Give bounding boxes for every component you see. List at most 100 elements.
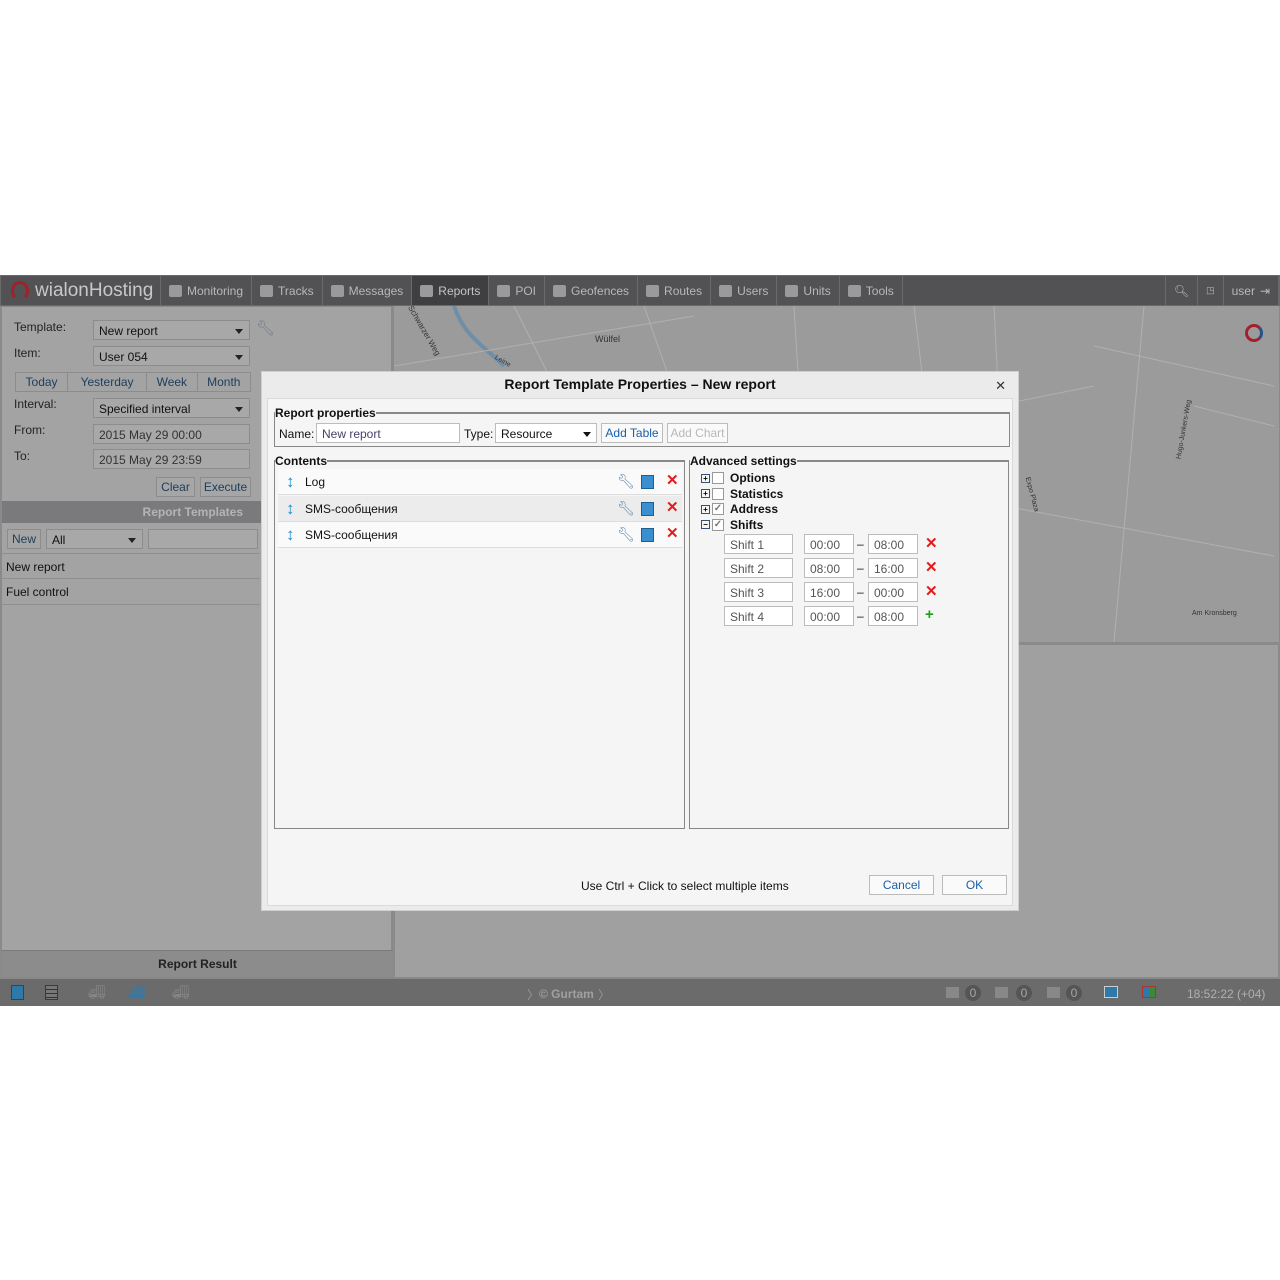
- adv-options[interactable]: + Options: [701, 471, 775, 485]
- shift-from-input[interactable]: 08:00: [804, 558, 854, 578]
- nav-reports[interactable]: Reports: [412, 276, 490, 305]
- expand-icon[interactable]: +: [701, 473, 710, 483]
- nav-messages[interactable]: Messages: [323, 276, 413, 305]
- week-button[interactable]: Week: [147, 373, 198, 391]
- images-icon[interactable]: [1047, 987, 1060, 998]
- template-item[interactable]: New report: [2, 553, 260, 579]
- truck-settings-icon[interactable]: 🚚︎: [172, 984, 190, 1001]
- delete-icon[interactable]: ✕: [666, 524, 679, 542]
- ok-button[interactable]: OK: [942, 875, 1007, 895]
- clear-button[interactable]: Clear: [156, 477, 195, 497]
- content-item[interactable]: ↕ SMS-сообщения 🔧︎ ✕: [278, 522, 682, 548]
- template-filter-select[interactable]: All: [46, 529, 143, 549]
- content-item[interactable]: ↕ SMS-сообщения 🔧︎ ✕: [278, 495, 682, 522]
- map-logo-icon: [1245, 324, 1263, 342]
- shift-name-input[interactable]: Shift 4: [724, 606, 793, 626]
- book-icon[interactable]: [1104, 986, 1118, 998]
- copy-icon[interactable]: [641, 475, 654, 489]
- adv-shifts[interactable]: − ✓ Shifts: [701, 518, 763, 532]
- nav-label: Reports: [438, 283, 481, 298]
- add-chart-button[interactable]: Add Chart: [667, 423, 728, 443]
- truck-home-icon[interactable]: 🚚︎: [128, 984, 146, 1001]
- interval-select[interactable]: Specified interval: [93, 398, 250, 418]
- nav-routes[interactable]: Routes: [638, 276, 712, 305]
- collapse-icon[interactable]: −: [701, 520, 710, 529]
- shift-name-input[interactable]: Shift 3: [724, 582, 793, 602]
- monitor-icon[interactable]: [1142, 986, 1156, 998]
- checkbox[interactable]: ✓: [712, 518, 724, 531]
- from-input[interactable]: 2015 May 29 00:00: [93, 424, 250, 444]
- move-icon[interactable]: ↕: [286, 525, 295, 545]
- template-item[interactable]: Fuel control: [2, 579, 260, 605]
- shift-name-input[interactable]: Shift 1: [724, 534, 793, 554]
- map-label: Am Kronsberg: [1192, 610, 1237, 617]
- delete-icon[interactable]: ✕: [925, 534, 938, 552]
- delete-icon[interactable]: ✕: [925, 558, 938, 576]
- type-select[interactable]: Resource: [495, 423, 597, 443]
- new-template-button[interactable]: New: [7, 529, 41, 549]
- checkbox[interactable]: [712, 487, 724, 500]
- copy-icon[interactable]: [641, 501, 654, 516]
- checkbox[interactable]: [712, 472, 724, 484]
- nav-poi[interactable]: POI: [489, 276, 545, 305]
- cancel-button[interactable]: Cancel: [869, 875, 934, 895]
- add-icon[interactable]: +: [925, 606, 934, 623]
- expand-icon[interactable]: +: [701, 504, 710, 514]
- nav-geofences[interactable]: Geofences: [545, 276, 639, 305]
- chevron-left-icon: 〉: [527, 988, 540, 1002]
- delete-icon[interactable]: ✕: [666, 471, 679, 489]
- nav-monitoring[interactable]: Monitoring: [161, 276, 253, 305]
- template-search-input[interactable]: [148, 529, 258, 549]
- adv-statistics[interactable]: + Statistics: [701, 487, 783, 501]
- yesterday-button[interactable]: Yesterday: [68, 373, 148, 391]
- copy-icon[interactable]: [641, 528, 654, 542]
- dialog-body: Report properties Name: New report Type:…: [267, 398, 1013, 906]
- wrench-icon[interactable]: 🔧︎: [617, 473, 635, 490]
- name-input[interactable]: New report: [316, 423, 460, 443]
- adv-address[interactable]: + ✓ Address: [701, 502, 778, 516]
- move-icon[interactable]: ↕: [286, 472, 295, 492]
- wrench-icon[interactable]: 🔧︎: [617, 526, 635, 543]
- search-button[interactable]: 🔍︎: [1164, 276, 1199, 305]
- item-select[interactable]: User 054: [93, 346, 250, 366]
- delete-icon[interactable]: ✕: [925, 582, 938, 600]
- wrench-icon[interactable]: 🔧︎: [256, 319, 275, 337]
- template-select[interactable]: New report: [93, 320, 250, 340]
- content-item[interactable]: ↕ Log 🔧︎ ✕: [278, 469, 682, 495]
- expand-icon[interactable]: +: [701, 489, 710, 498]
- add-table-button[interactable]: Add Table: [601, 423, 663, 443]
- month-button[interactable]: Month: [198, 373, 250, 391]
- nav-tracks[interactable]: Tracks: [252, 276, 323, 305]
- events-icon[interactable]: [946, 987, 959, 998]
- move-icon[interactable]: ↕: [286, 499, 295, 519]
- messages-icon[interactable]: [995, 987, 1008, 998]
- adv-label: Address: [730, 502, 779, 516]
- layout-grid-icon[interactable]: [45, 985, 58, 1000]
- delete-icon[interactable]: ✕: [666, 498, 679, 516]
- nav-tools[interactable]: Tools: [840, 276, 903, 305]
- nav-label: Tracks: [278, 283, 314, 298]
- shift-to-input[interactable]: 16:00: [868, 558, 918, 578]
- nav-users[interactable]: Users: [711, 276, 778, 305]
- poi-icon: [497, 284, 511, 297]
- layout-button[interactable]: ◳: [1198, 276, 1224, 305]
- wrench-icon[interactable]: 🔧︎: [617, 500, 635, 517]
- shift-to-input[interactable]: 08:00: [868, 606, 918, 626]
- shift-name-input[interactable]: Shift 2: [724, 558, 793, 578]
- to-input[interactable]: 2015 May 29 23:59: [93, 449, 250, 469]
- shift-from-input[interactable]: 00:00: [804, 534, 854, 554]
- execute-button[interactable]: Execute: [200, 477, 251, 497]
- copyright: © Gurtam: [539, 987, 594, 1001]
- nav-units[interactable]: Units: [777, 276, 840, 305]
- truck-icon[interactable]: 🚚︎: [88, 984, 106, 1001]
- user-menu[interactable]: user ⇥: [1224, 276, 1279, 305]
- shift-from-input[interactable]: 16:00: [804, 582, 854, 602]
- checkbox[interactable]: ✓: [712, 503, 724, 515]
- today-button[interactable]: Today: [16, 373, 69, 391]
- shift-to-input[interactable]: 08:00: [868, 534, 918, 554]
- close-icon[interactable]: ✕: [995, 378, 1006, 394]
- shift-from-input[interactable]: 00:00: [804, 606, 854, 626]
- dash: –: [857, 561, 864, 575]
- shift-to-input[interactable]: 00:00: [868, 582, 918, 602]
- layout-split-icon[interactable]: [11, 985, 24, 1000]
